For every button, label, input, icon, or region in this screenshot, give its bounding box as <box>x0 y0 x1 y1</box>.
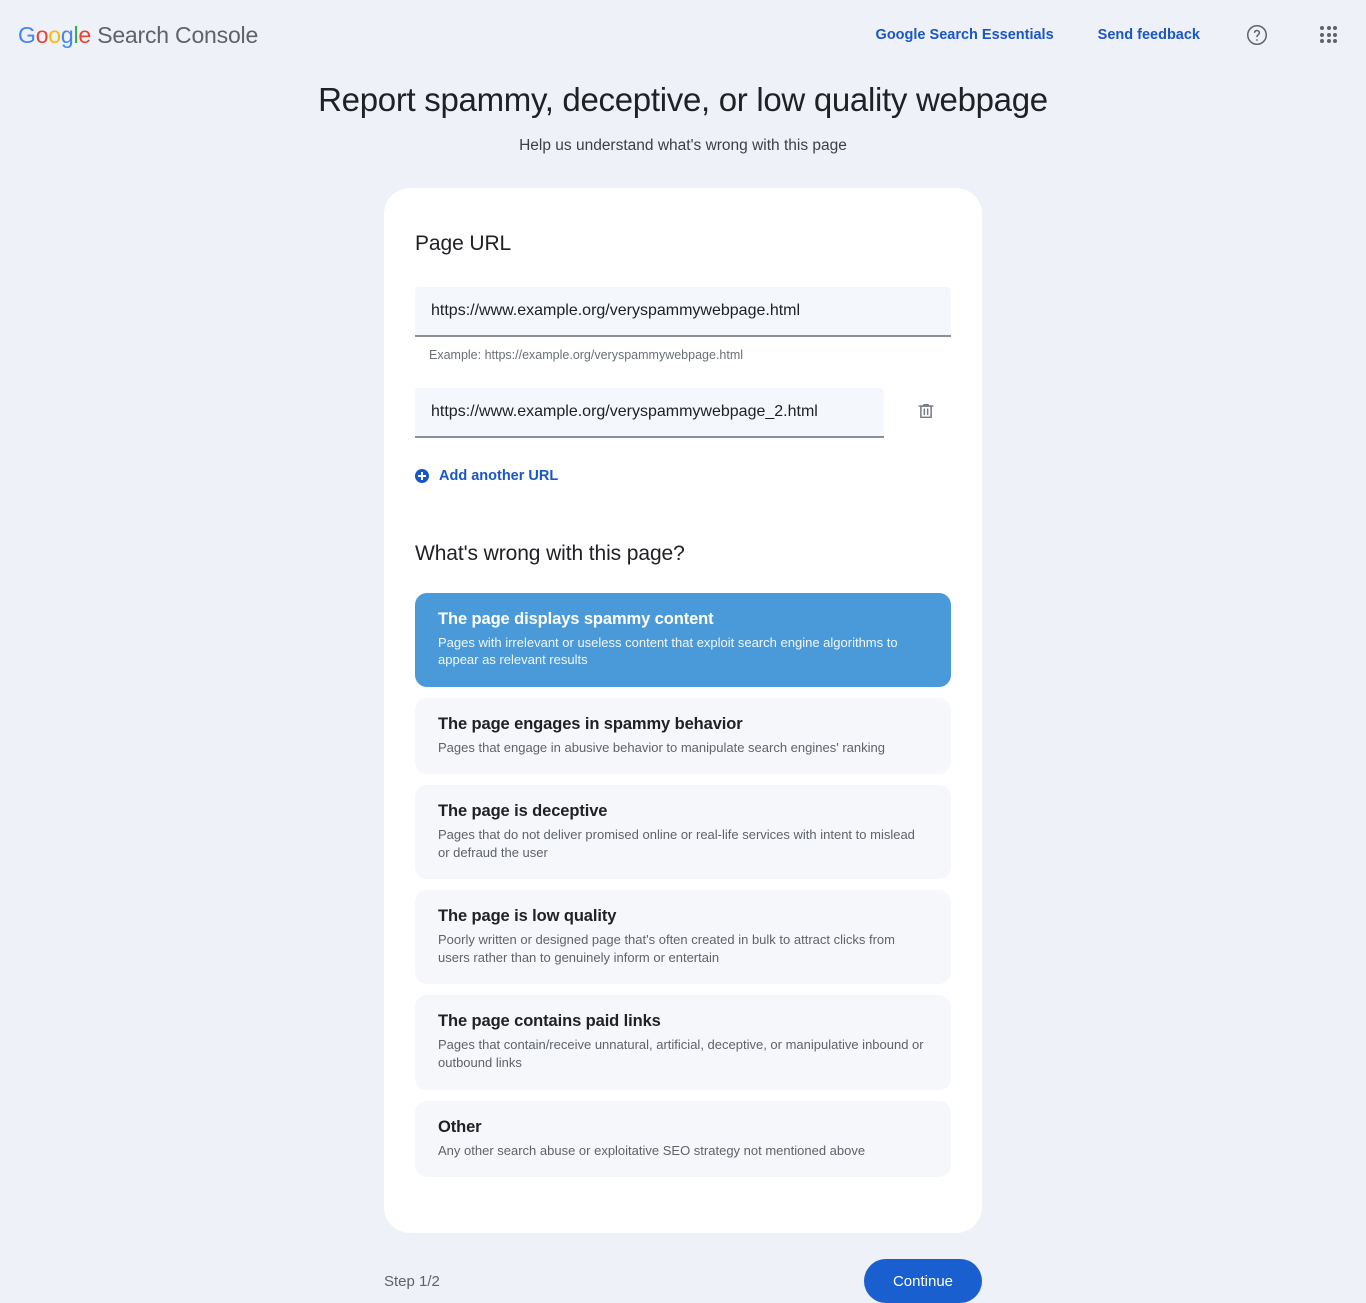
option-description: Pages that engage in abusive behavior to… <box>438 739 885 755</box>
option-description: Pages that do not deliver promised onlin… <box>438 827 915 860</box>
option-title: The page is low quality <box>438 907 617 926</box>
reason-option-spammy-behavior[interactable]: The page engages in spammy behavior Page… <box>415 697 951 775</box>
continue-button[interactable]: Continue <box>863 1259 982 1303</box>
page-header: Report spammy, deceptive, or low quality… <box>0 80 1366 155</box>
reason-option-spammy-content[interactable]: The page displays spammy content Pages w… <box>415 592 951 687</box>
apps-grid-icon[interactable] <box>1316 22 1342 48</box>
reasons-heading: What's wrong with this page? <box>415 541 685 565</box>
apps-grid-dots <box>1320 26 1338 44</box>
plus-circle-icon <box>415 468 429 483</box>
logo-letter-g1: G <box>18 21 36 48</box>
url-row-1 <box>415 286 951 337</box>
page-url-field-group: Example: https://example.org/veryspammyw… <box>415 286 951 488</box>
add-another-url-button[interactable]: Add another URL <box>415 468 558 484</box>
url-row-2 <box>415 387 951 438</box>
option-title: The page displays spammy content <box>438 609 714 628</box>
delete-url-button[interactable] <box>909 396 943 430</box>
logo-letter-e: e <box>78 21 91 48</box>
help-circle-icon[interactable] <box>1244 22 1270 48</box>
option-title: The page contains paid links <box>438 1012 661 1031</box>
reason-option-paid-links[interactable]: The page contains paid links Pages that … <box>415 995 951 1090</box>
page-subtitle: Help us understand what's wrong with thi… <box>519 136 847 154</box>
option-description: Pages that contain/receive unnatural, ar… <box>438 1037 924 1070</box>
reason-option-deceptive[interactable]: The page is deceptive Pages that do not … <box>415 785 951 880</box>
option-description: Any other search abuse or exploitative S… <box>438 1142 866 1158</box>
url-input-1[interactable] <box>415 286 951 337</box>
app-header: Google Search Console Google Search Esse… <box>0 0 1366 70</box>
send-feedback-link[interactable]: Send feedback <box>1098 27 1200 43</box>
logo-letter-o2: o <box>48 21 61 48</box>
add-another-url-label: Add another URL <box>439 467 559 484</box>
option-title: Other <box>438 1117 482 1136</box>
url-helper-text: Example: https://example.org/veryspammyw… <box>429 347 744 362</box>
logo-suffix: Search Console <box>91 21 259 48</box>
option-title: The page is deceptive <box>438 802 608 821</box>
google-search-console-logo[interactable]: Google Search Console <box>18 22 258 49</box>
reason-option-other[interactable]: Other Any other search abuse or exploita… <box>415 1100 951 1178</box>
report-form-card: Page URL Example: https://example.org/ve… <box>384 187 982 1234</box>
google-search-essentials-link[interactable]: Google Search Essentials <box>876 27 1054 43</box>
step-indicator: Step 1/2 <box>384 1272 440 1290</box>
option-description: Pages with irrelevant or useless content… <box>438 634 898 668</box>
form-footer: Step 1/2 Continue <box>384 1259 982 1303</box>
logo-letter-g2: g <box>60 21 74 48</box>
option-title: The page engages in spammy behavior <box>438 714 743 733</box>
page-title: Report spammy, deceptive, or low quality… <box>318 81 1048 118</box>
logo-letter-o1: o <box>35 21 49 48</box>
reason-option-low-quality[interactable]: The page is low quality Poorly written o… <box>415 890 951 985</box>
url-input-2[interactable] <box>415 387 884 438</box>
reason-options-list: The page displays spammy content Pages w… <box>415 592 951 1178</box>
page-url-heading: Page URL <box>415 231 512 255</box>
trash-icon <box>915 400 937 425</box>
option-description: Poorly written or designed page that's o… <box>438 932 895 965</box>
